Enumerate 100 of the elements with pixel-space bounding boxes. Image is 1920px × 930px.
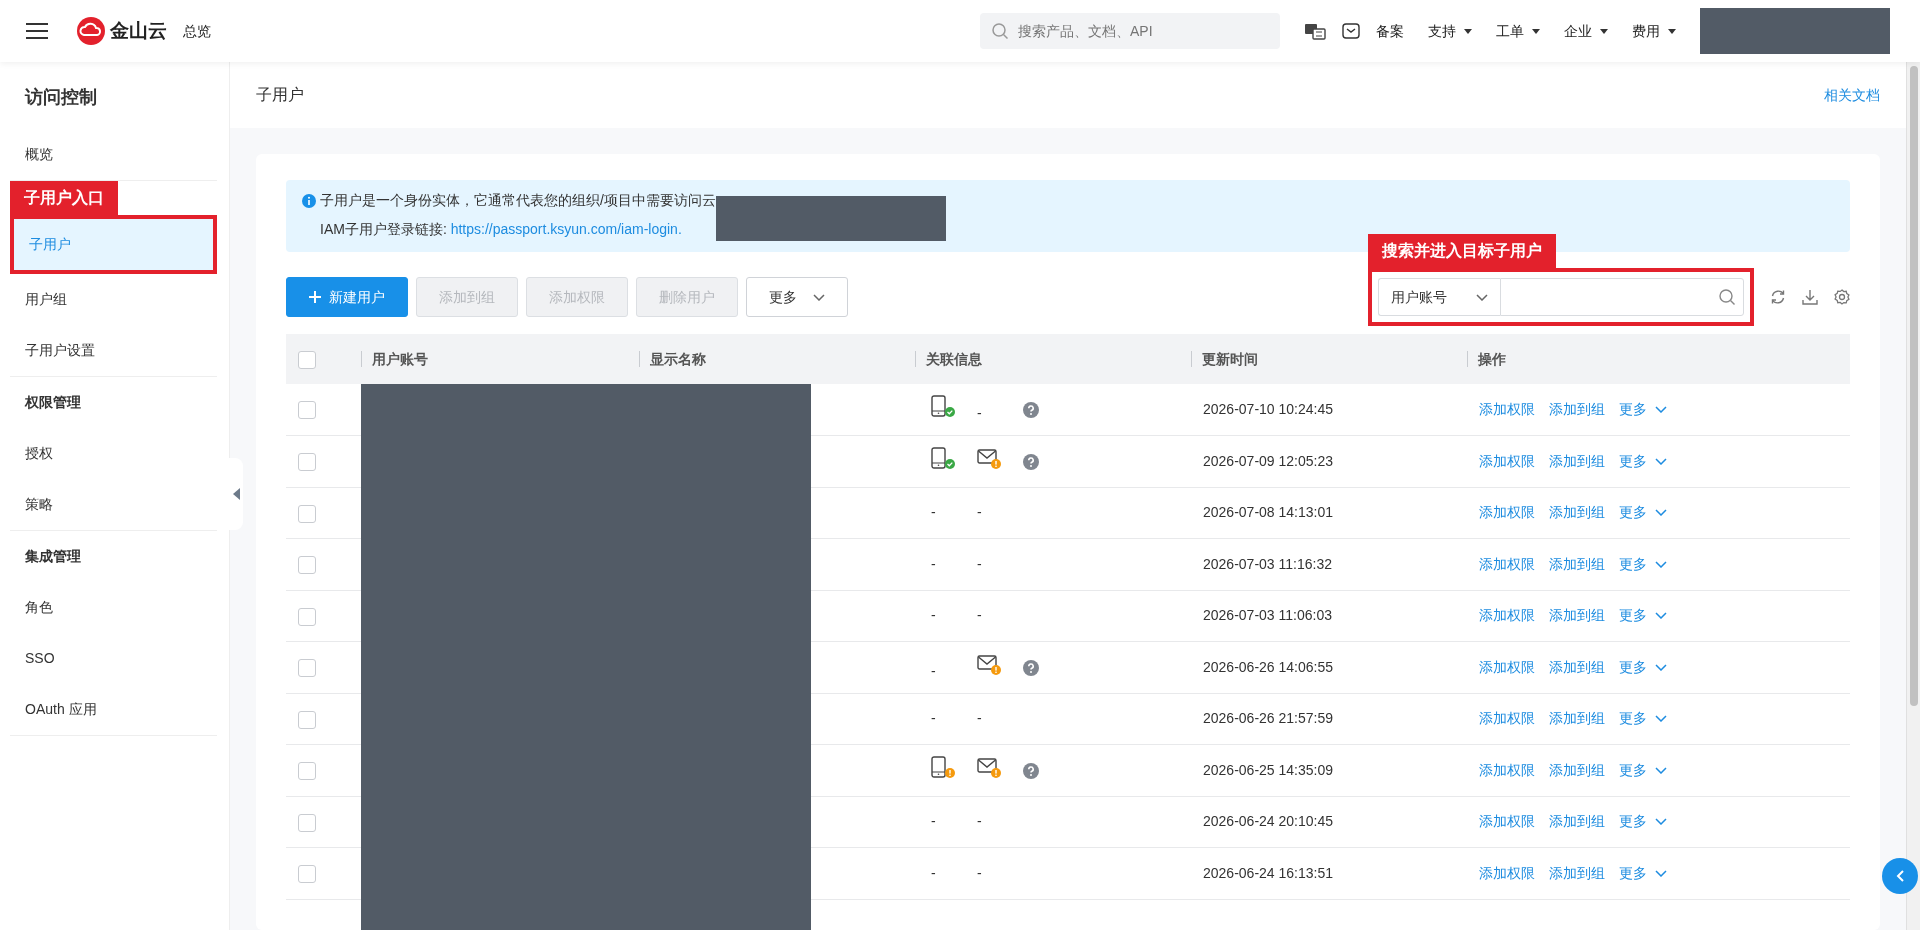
sidebar-item[interactable]: SSO xyxy=(10,633,217,684)
more-link[interactable]: 更多 xyxy=(1619,708,1667,730)
sidebar-item[interactable]: 角色 xyxy=(10,582,217,633)
new-user-button[interactable]: 新建用户 xyxy=(286,277,408,317)
more-link[interactable]: 更多 xyxy=(1619,656,1667,678)
dash-text: - xyxy=(931,863,936,883)
timestamp: 2026-07-03 11:16:32 xyxy=(1203,555,1332,572)
checkbox[interactable] xyxy=(298,453,316,472)
help-icon[interactable] xyxy=(1023,453,1039,470)
nav-link[interactable]: 费用 xyxy=(1632,20,1676,42)
side-panel-button[interactable] xyxy=(1882,858,1918,894)
action-link[interactable]: 添加权限 xyxy=(1479,862,1535,884)
sidebar-item[interactable]: 授权 xyxy=(10,428,217,479)
caret-icon xyxy=(813,293,825,301)
sidebar-item[interactable]: OAuth 应用 xyxy=(10,684,217,735)
column-header: 用户账号 xyxy=(361,350,428,367)
action-link[interactable]: 添加到组 xyxy=(1549,553,1605,575)
action-link[interactable]: 添加权限 xyxy=(1479,656,1535,678)
checkbox[interactable] xyxy=(298,504,316,523)
more-button[interactable]: 更多 xyxy=(746,277,848,317)
action-link[interactable]: 添加权限 xyxy=(1479,605,1535,627)
checkbox[interactable] xyxy=(298,762,316,781)
docs-link[interactable]: 相关文档 xyxy=(1824,84,1880,106)
search-type-dropdown[interactable]: 用户账号 xyxy=(1378,278,1500,316)
refresh-icon[interactable] xyxy=(1770,289,1786,305)
caret-icon xyxy=(1655,560,1667,568)
more-link[interactable]: 更多 xyxy=(1619,605,1667,627)
action-link[interactable]: 添加到组 xyxy=(1549,605,1605,627)
more-link[interactable]: 更多 xyxy=(1619,502,1667,524)
more-link[interactable]: 更多 xyxy=(1619,399,1667,420)
action-link[interactable]: 添加权限 xyxy=(1479,553,1535,575)
dash-text: - xyxy=(977,709,982,729)
action-link[interactable]: 添加权限 xyxy=(1479,708,1535,730)
action-link[interactable]: 添加到组 xyxy=(1549,759,1605,781)
sidebar-heading: 集成管理 xyxy=(24,547,82,566)
page-title: 子用户 xyxy=(256,85,304,105)
more-link[interactable]: 更多 xyxy=(1619,759,1667,781)
logo-text: 金山云 xyxy=(110,18,167,43)
checkbox[interactable] xyxy=(298,865,316,884)
checkbox[interactable] xyxy=(298,350,316,369)
dash-text: - xyxy=(931,709,936,729)
search-field[interactable]: 搜索产品、文档、API xyxy=(980,13,1280,49)
chevron-icon xyxy=(1895,870,1905,882)
collapse-handle[interactable] xyxy=(229,458,243,530)
caret-icon xyxy=(1600,28,1608,34)
action-link[interactable]: 添加权限 xyxy=(1479,450,1535,472)
download-icon[interactable] xyxy=(1802,289,1818,305)
checkbox[interactable] xyxy=(298,710,316,729)
action-link[interactable]: 添加权限 xyxy=(1479,502,1535,524)
more-link[interactable]: 更多 xyxy=(1619,862,1667,884)
action-link[interactable]: 添加到组 xyxy=(1549,708,1605,730)
dash-text: - xyxy=(931,606,936,626)
sidebar-item[interactable]: 用户组 xyxy=(10,274,217,325)
search-input[interactable] xyxy=(1500,278,1744,316)
sidebar-item[interactable]: 子用户设置 xyxy=(10,325,217,376)
sidebar-item[interactable]: 子用户 xyxy=(14,219,213,270)
language-icon[interactable] xyxy=(1304,22,1326,40)
sidebar-item[interactable]: 概览 xyxy=(10,129,217,180)
caret-icon xyxy=(1655,406,1667,413)
search-icon xyxy=(1719,289,1735,305)
dash-text: - xyxy=(977,812,982,832)
sidebar-heading: 权限管理 xyxy=(24,393,82,412)
logo-icon xyxy=(76,16,106,46)
login-link[interactable]: https://passport.ksyun.com/iam-login. xyxy=(450,221,682,237)
sidebar-item[interactable]: 策略 xyxy=(10,479,217,530)
menu-icon[interactable] xyxy=(26,22,48,40)
action-link[interactable]: 添加到组 xyxy=(1549,450,1605,472)
settings-icon[interactable] xyxy=(1834,289,1850,305)
action-link[interactable]: 添加到组 xyxy=(1549,399,1605,420)
timestamp: 2026-06-26 21:57:59 xyxy=(1203,710,1333,727)
action-link[interactable]: 添加到组 xyxy=(1549,502,1605,524)
nav-link[interactable]: 工单 xyxy=(1496,20,1540,42)
help-icon[interactable] xyxy=(1023,659,1039,676)
message-icon[interactable] xyxy=(1342,23,1360,39)
checkbox[interactable] xyxy=(298,659,316,678)
action-link[interactable]: 添加权限 xyxy=(1479,759,1535,781)
action-link[interactable]: 添加权限 xyxy=(1479,811,1535,833)
checkbox[interactable] xyxy=(298,401,316,420)
nav-link[interactable]: 支持 xyxy=(1428,20,1472,42)
help-icon[interactable] xyxy=(1023,762,1039,779)
dash-text: - xyxy=(977,554,982,574)
timestamp: 2026-06-25 14:35:09 xyxy=(1203,761,1333,778)
nav-link[interactable]: 备案 xyxy=(1376,20,1404,42)
action-link[interactable]: 添加到组 xyxy=(1549,811,1605,833)
timestamp: 2026-07-08 14:13:01 xyxy=(1203,504,1333,521)
checkbox[interactable] xyxy=(298,813,316,832)
action-link[interactable]: 添加权限 xyxy=(1479,399,1535,420)
action-link[interactable]: 添加到组 xyxy=(1549,656,1605,678)
action-link[interactable]: 添加到组 xyxy=(1549,862,1605,884)
more-link[interactable]: 更多 xyxy=(1619,811,1667,833)
checkbox[interactable] xyxy=(298,607,316,626)
more-link[interactable]: 更多 xyxy=(1619,450,1667,472)
caret-icon xyxy=(1655,715,1667,723)
overview-link[interactable]: 总览 xyxy=(183,20,211,42)
checkbox[interactable] xyxy=(298,556,316,575)
more-link[interactable]: 更多 xyxy=(1619,553,1667,575)
nav-link[interactable]: 企业 xyxy=(1564,20,1608,42)
help-icon[interactable] xyxy=(1023,402,1039,418)
triangle-icon xyxy=(232,488,240,500)
annotation-label: 搜索并进入目标子用户 xyxy=(1368,234,1556,268)
